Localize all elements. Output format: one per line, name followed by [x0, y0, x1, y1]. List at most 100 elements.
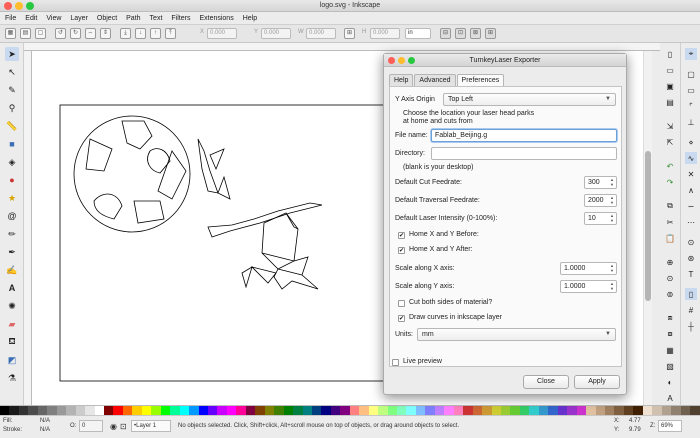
- y-axis-origin-select[interactable]: Top Left ▼: [443, 93, 616, 106]
- copy-icon[interactable]: ⧉: [664, 200, 676, 212]
- dialog-minimize-icon[interactable]: [398, 57, 405, 64]
- color-swatch[interactable]: [510, 406, 520, 415]
- snap-guides-icon[interactable]: ┼: [685, 320, 697, 332]
- color-swatch[interactable]: [9, 406, 19, 415]
- color-swatch[interactable]: [482, 406, 492, 415]
- snap-cusp-icon[interactable]: ∧: [685, 184, 697, 196]
- stepper-icon[interactable]: ▲ ▼: [609, 177, 615, 187]
- duplicate-icon[interactable]: ⧈: [664, 312, 676, 324]
- color-swatch[interactable]: [652, 406, 662, 415]
- new-document-icon[interactable]: ▯: [664, 48, 676, 60]
- snap-text-baseline-icon[interactable]: T: [685, 268, 697, 280]
- color-swatch[interactable]: [274, 406, 284, 415]
- apply-button[interactable]: Apply: [574, 375, 620, 389]
- color-swatch[interactable]: [340, 406, 350, 415]
- snap-centers-icon[interactable]: ⊙: [685, 236, 697, 248]
- measure-icon[interactable]: 📏: [5, 119, 19, 133]
- tab-advanced[interactable]: Advanced: [414, 74, 456, 86]
- fill-stroke-icon[interactable]: ◐: [664, 376, 676, 388]
- snap-page-icon[interactable]: ▯: [685, 288, 697, 300]
- color-swatch[interactable]: [576, 406, 587, 415]
- color-swatch[interactable]: [378, 406, 388, 415]
- dialog-close-icon[interactable]: [388, 57, 395, 64]
- snap-bbox-icon[interactable]: ▢: [685, 68, 697, 80]
- menu-file[interactable]: File: [5, 15, 16, 22]
- file-name-input[interactable]: Fablab_Beijing.g: [431, 129, 617, 142]
- pencil-icon[interactable]: ✏: [5, 227, 19, 241]
- select-all-layers-icon[interactable]: ▤: [20, 28, 31, 39]
- select-all-icon[interactable]: ▦: [5, 28, 16, 39]
- scale-corners-icon[interactable]: ⊡: [455, 28, 466, 39]
- group-icon[interactable]: ▦: [664, 344, 676, 356]
- color-swatch[interactable]: [226, 406, 237, 415]
- color-swatch[interactable]: [321, 406, 331, 415]
- color-swatch[interactable]: [557, 406, 568, 415]
- gradient-icon[interactable]: ◩: [5, 353, 19, 367]
- scale-y-spinner[interactable]: 1.0000 ▲ ▼: [560, 280, 617, 293]
- tweak-icon[interactable]: ✎: [5, 83, 19, 97]
- print-icon[interactable]: ▤: [664, 96, 676, 108]
- color-swatch[interactable]: [56, 406, 67, 415]
- directory-input[interactable]: [431, 147, 617, 160]
- snap-bbox-edge-icon[interactable]: ▭: [685, 84, 697, 96]
- bucket-icon[interactable]: ⛾: [5, 335, 19, 349]
- color-swatch[interactable]: [85, 406, 95, 415]
- paste-icon[interactable]: 📋: [664, 232, 676, 244]
- zoom-icon[interactable]: ⚲: [5, 101, 19, 115]
- menu-edit[interactable]: Edit: [25, 15, 37, 22]
- raise-icon[interactable]: ↑: [150, 28, 161, 39]
- y-field[interactable]: 0.000: [261, 28, 291, 39]
- close-button[interactable]: Close: [523, 375, 569, 389]
- color-swatch[interactable]: [283, 406, 294, 415]
- menu-extensions[interactable]: Extensions: [199, 15, 233, 22]
- opacity-field[interactable]: 0: [79, 420, 103, 432]
- color-swatch[interactable]: [217, 406, 227, 415]
- color-swatch[interactable]: [595, 406, 605, 415]
- vertical-scrollbar[interactable]: [643, 51, 652, 405]
- color-swatch[interactable]: [519, 406, 530, 415]
- tab-preferences[interactable]: Preferences: [456, 74, 505, 86]
- color-swatch[interactable]: [567, 406, 577, 415]
- color-swatch[interactable]: [586, 406, 596, 415]
- color-swatch[interactable]: [122, 406, 133, 415]
- stepper-icon[interactable]: ▲ ▼: [609, 263, 615, 273]
- color-swatch[interactable]: [538, 406, 549, 415]
- color-swatch[interactable]: [255, 406, 265, 415]
- color-swatch[interactable]: [170, 406, 180, 415]
- color-swatch[interactable]: [103, 406, 114, 415]
- eraser-icon[interactable]: ▰: [5, 317, 19, 331]
- zoom-window-icon[interactable]: [26, 2, 34, 10]
- live-preview-checkbox[interactable]: [392, 359, 399, 366]
- color-swatch[interactable]: [28, 406, 38, 415]
- undo-icon[interactable]: ↶: [664, 160, 676, 172]
- zoom-page-icon[interactable]: ⊚: [664, 288, 676, 300]
- color-swatch[interactable]: [141, 406, 152, 415]
- cut-both-checkbox[interactable]: [398, 300, 405, 307]
- color-swatch[interactable]: [463, 406, 473, 415]
- color-swatch[interactable]: [37, 406, 48, 415]
- color-swatch[interactable]: [198, 406, 208, 415]
- star-icon[interactable]: ★: [5, 191, 19, 205]
- ungroup-icon[interactable]: ▧: [664, 360, 676, 372]
- vertical-ruler[interactable]: [24, 51, 32, 405]
- snap-toggle-icon[interactable]: ⌖: [685, 48, 697, 60]
- snap-rotation-icon[interactable]: ⊛: [685, 252, 697, 264]
- color-swatch[interactable]: [434, 406, 445, 415]
- color-swatch[interactable]: [633, 406, 643, 415]
- h-field[interactable]: 0.000: [370, 28, 400, 39]
- lock-icon[interactable]: ⊞: [344, 28, 355, 39]
- snap-bbox-corner-icon[interactable]: ⌜: [685, 100, 697, 112]
- color-swatch[interactable]: [623, 406, 634, 415]
- color-swatch[interactable]: [415, 406, 426, 415]
- color-swatch[interactable]: [293, 406, 303, 415]
- 3dbox-icon[interactable]: ◈: [5, 155, 19, 169]
- color-swatch[interactable]: [406, 406, 416, 415]
- color-swatch[interactable]: [160, 406, 171, 415]
- color-swatch[interactable]: [359, 406, 369, 415]
- color-swatch[interactable]: [661, 406, 672, 415]
- move-patterns-icon[interactable]: ⊞: [485, 28, 496, 39]
- color-swatch[interactable]: [614, 406, 624, 415]
- color-swatch[interactable]: [330, 406, 341, 415]
- zoom-field[interactable]: 69%: [658, 420, 682, 432]
- color-palette[interactable]: [0, 405, 700, 415]
